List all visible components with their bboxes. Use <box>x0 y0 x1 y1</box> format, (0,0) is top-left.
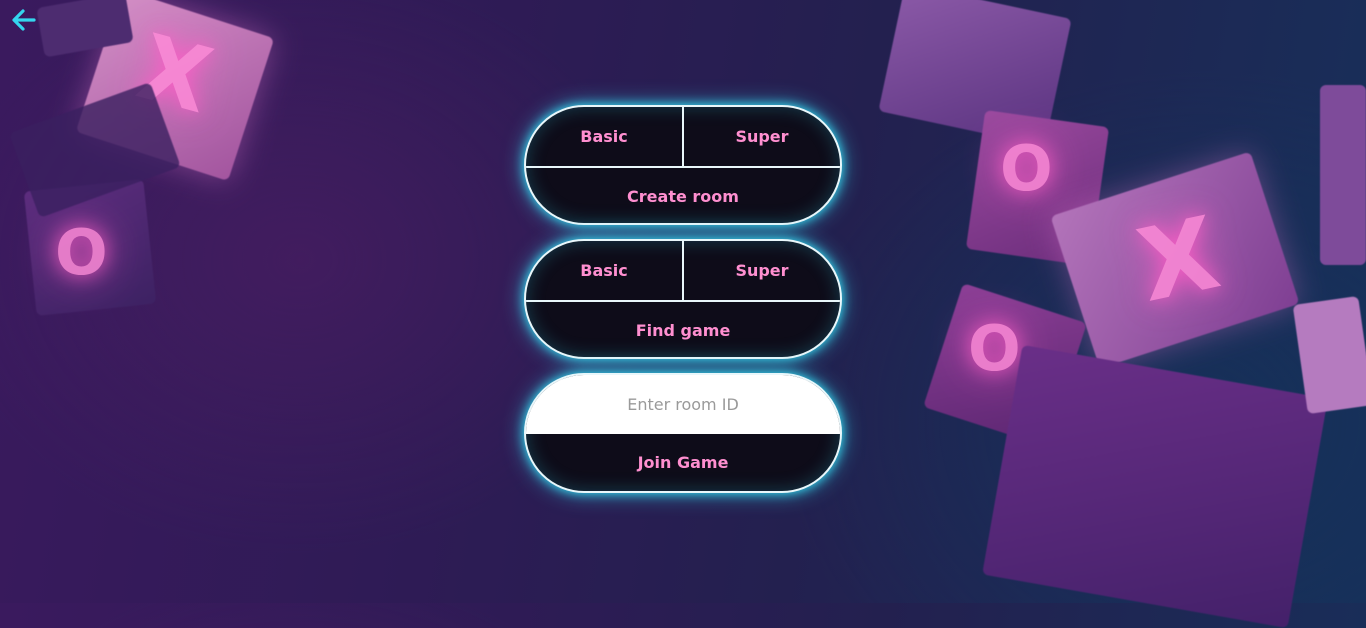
cube-right-edge <box>1292 295 1366 415</box>
cube-left-top <box>36 0 134 58</box>
glyph-x-left: X <box>127 14 222 135</box>
cube-right-large <box>982 344 1328 628</box>
back-button[interactable] <box>10 6 38 34</box>
room-id-input[interactable] <box>526 375 840 435</box>
cube-x-right <box>1050 151 1300 369</box>
create-room-button[interactable]: Create room <box>526 168 840 223</box>
cube-right-edge-top <box>1320 85 1366 265</box>
cube-left-mid <box>9 82 181 218</box>
cube-x-left <box>75 0 275 182</box>
cube-o-left <box>23 179 157 316</box>
glyph-o-right-low: O <box>968 312 1021 385</box>
join-game-panel: Join Game <box>524 373 842 493</box>
create-super-option[interactable]: Super <box>684 107 840 166</box>
arrow-left-icon <box>12 9 36 31</box>
find-game-panel: Basic Super Find game <box>524 239 842 359</box>
find-basic-option[interactable]: Basic <box>526 241 684 300</box>
cube-o-right-top <box>965 109 1110 267</box>
glyph-o-left: O <box>55 216 108 289</box>
find-super-option[interactable]: Super <box>684 241 840 300</box>
join-game-button[interactable]: Join Game <box>526 434 840 491</box>
cube-right-top <box>878 0 1072 147</box>
cube-o-right-low <box>923 283 1087 447</box>
glyph-x-right: X <box>1128 194 1229 325</box>
glyph-o-right-top: O <box>1000 132 1053 205</box>
create-room-panel: Basic Super Create room <box>524 105 842 225</box>
room-id-field-wrapper <box>526 375 840 435</box>
create-basic-option[interactable]: Basic <box>526 107 684 166</box>
find-game-button[interactable]: Find game <box>526 302 840 357</box>
